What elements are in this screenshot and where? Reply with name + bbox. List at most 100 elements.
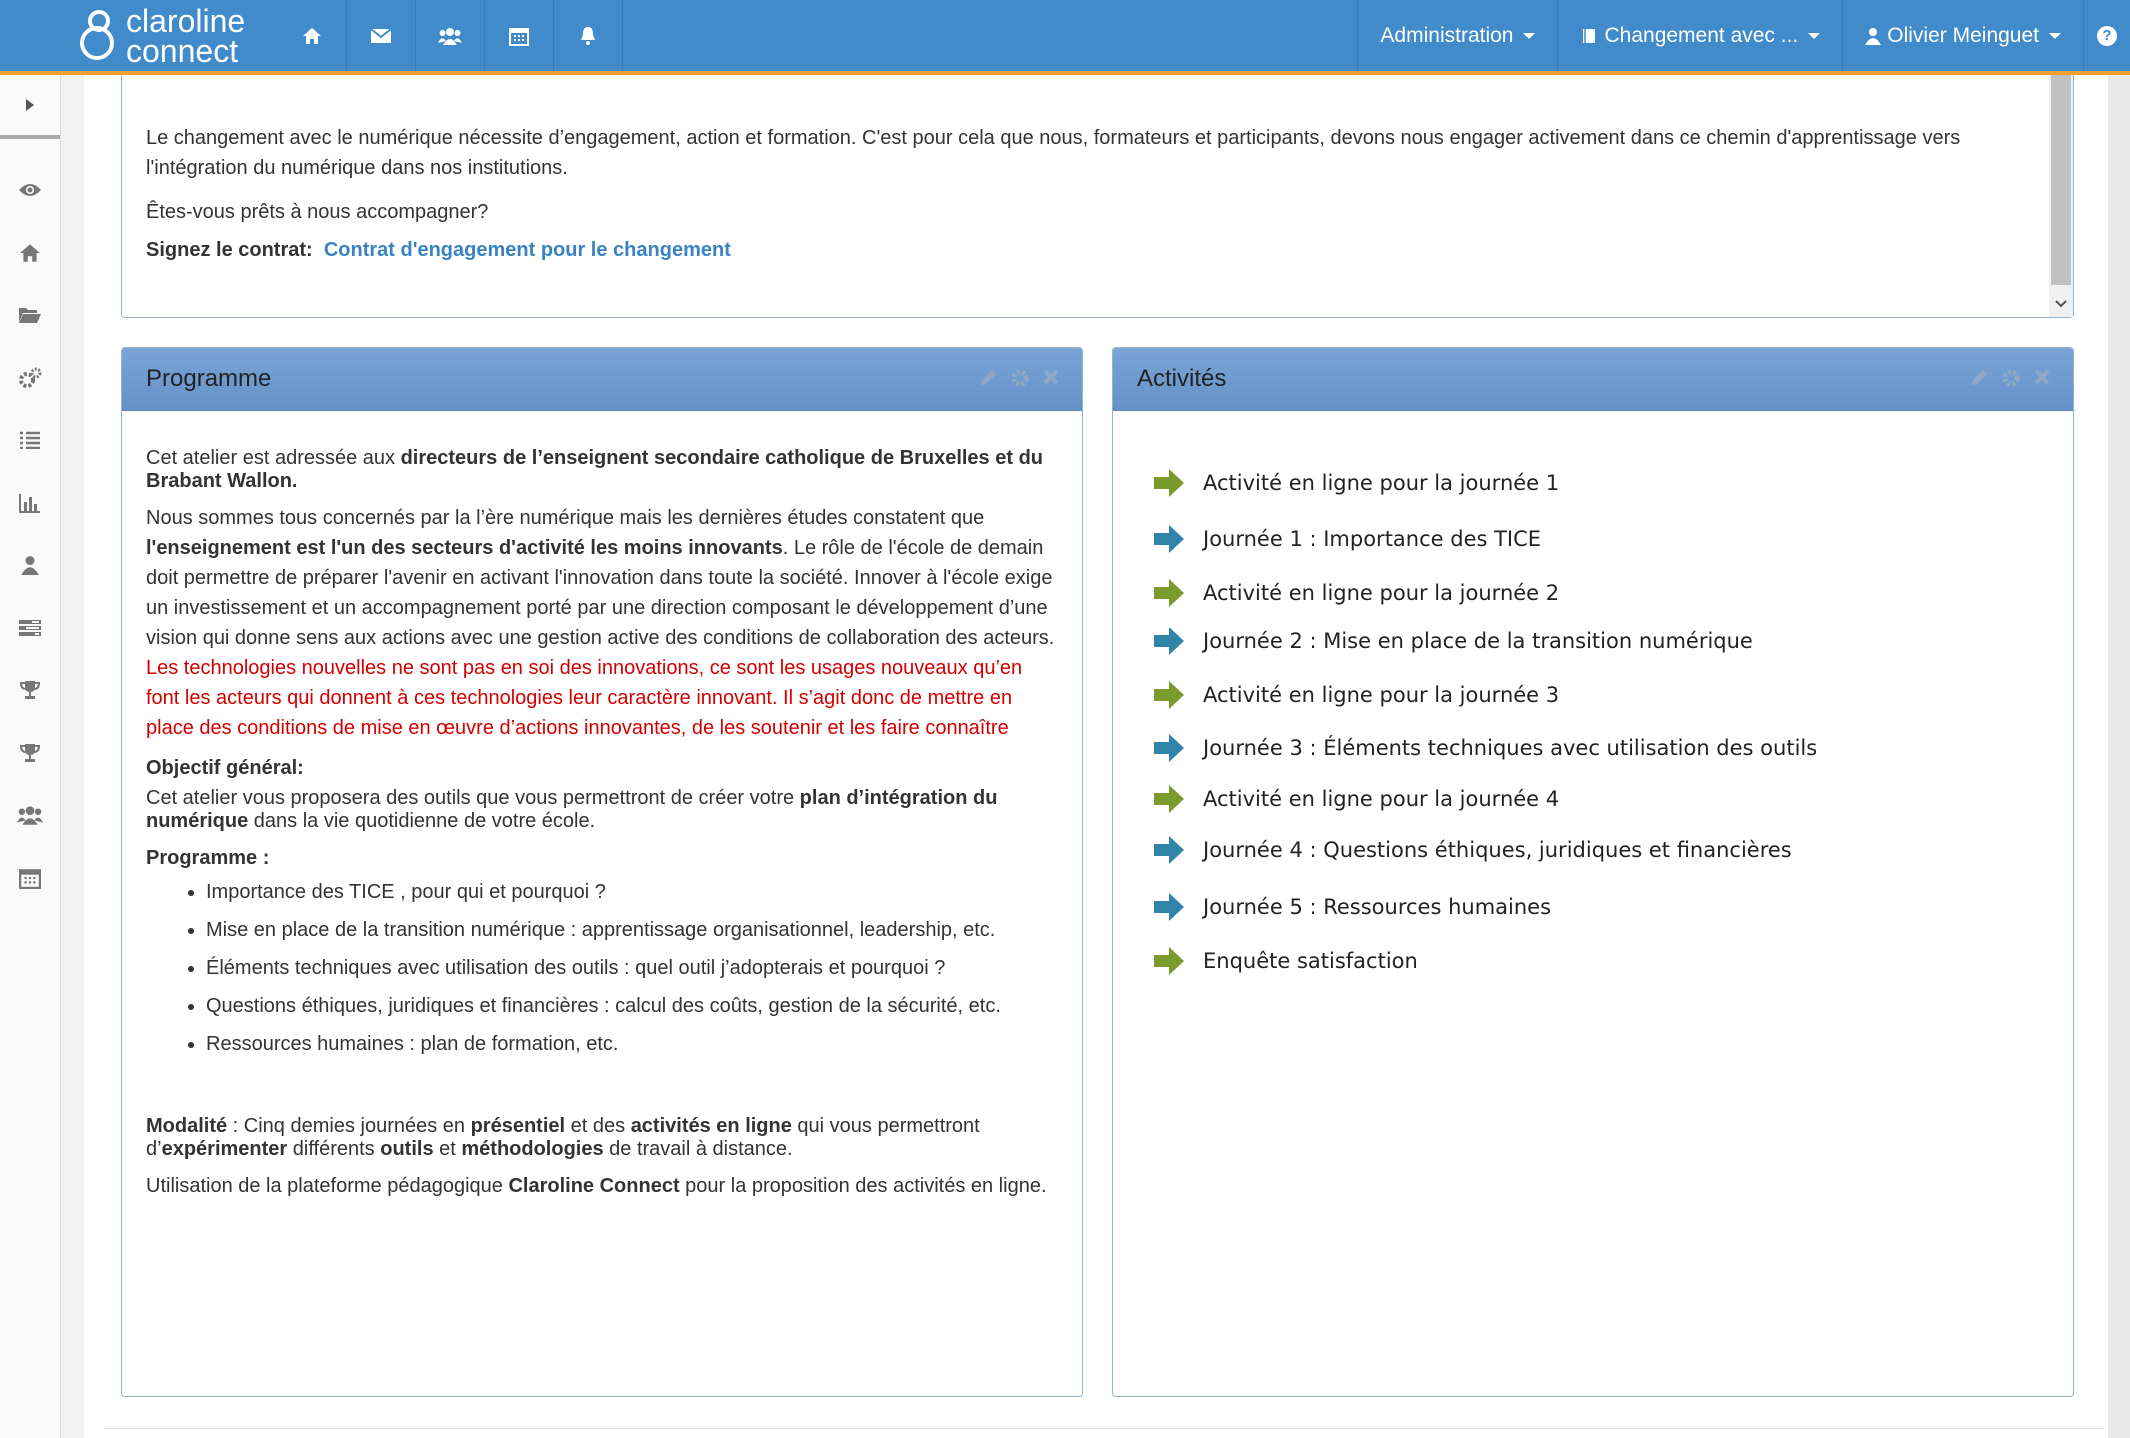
activites-widget: Activités Activité en ligne pour la jour… xyxy=(1112,347,2074,1397)
contract-link[interactable]: Contrat d'engagement pour le changement xyxy=(324,239,731,261)
pencil-icon[interactable] xyxy=(1969,368,1989,388)
intro-scroll-thumb[interactable] xyxy=(2051,75,2071,285)
programme-header: Programme xyxy=(122,348,1082,411)
intro-panel: Le changement avec le numérique nécessit… xyxy=(121,75,2074,318)
eye-icon[interactable] xyxy=(0,159,60,222)
left-sidebar xyxy=(0,75,61,1438)
modalite-text: Modalité : Cinq demies journées en prése… xyxy=(146,1115,980,1160)
activity-label: Journée 5 : Ressources humaines xyxy=(1203,895,1552,919)
utilisation-text: Utilisation de la plateforme pédagogique… xyxy=(146,1175,1047,1197)
close-icon[interactable] xyxy=(1042,368,1060,386)
list-item: Éléments techniques avec utilisation des… xyxy=(206,949,1058,987)
programme-title: Programme xyxy=(146,365,272,392)
trophy-icon[interactable] xyxy=(0,722,60,785)
book-icon xyxy=(1583,28,1596,43)
intro-paragraph: Le changement avec le numérique nécessit… xyxy=(146,127,1961,179)
list-item: Questions éthiques, juridiques et financ… xyxy=(206,987,1058,1025)
user-menu[interactable]: Olivier Meinguet xyxy=(1842,0,2083,71)
programme-body: Cet atelier est adressée aux directeurs … xyxy=(122,411,1082,1198)
users-icon[interactable] xyxy=(416,0,485,71)
scroll-down-arrow-icon[interactable] xyxy=(2051,293,2071,315)
calendar-icon[interactable] xyxy=(485,0,554,71)
chevron-down-icon xyxy=(1808,32,1821,39)
footer-divider xyxy=(104,1428,2104,1429)
calendar-icon[interactable] xyxy=(0,847,60,910)
objectif-text: Cet atelier vous proposera des outils qu… xyxy=(146,787,998,832)
home-icon[interactable] xyxy=(0,222,60,285)
user-icon xyxy=(1865,27,1882,45)
administration-menu[interactable]: Administration xyxy=(1357,0,1557,71)
activity-item[interactable]: Enquête satisfaction xyxy=(1153,946,1418,976)
bell-icon[interactable] xyxy=(554,0,623,71)
sign-label: Signez le contrat: xyxy=(146,239,313,261)
programme-paragraph: Nous sommes tous concernés par la l’ère … xyxy=(146,507,1055,739)
arrow-right-icon xyxy=(1154,785,1184,813)
arrow-right-icon xyxy=(1154,525,1184,553)
activity-item[interactable]: Journée 2 : Mise en place de la transiti… xyxy=(1153,626,1753,656)
activity-item[interactable]: Activité en ligne pour la journée 3 xyxy=(1153,680,1559,710)
sidebar-toggle-button[interactable] xyxy=(0,75,60,139)
activity-item[interactable]: Activité en ligne pour la journée 4 xyxy=(1153,784,1559,814)
trophy-icon[interactable] xyxy=(0,659,60,722)
intro-text: Le changement avec le numérique nécessit… xyxy=(146,123,2006,279)
cogs-icon[interactable] xyxy=(0,347,60,410)
programme-label: Programme : xyxy=(146,847,270,869)
programme-intro: Cet atelier est adressée aux directeurs … xyxy=(146,447,1044,492)
activity-item[interactable]: Activité en ligne pour la journée 2 xyxy=(1153,578,1559,608)
activites-title: Activités xyxy=(1137,365,1227,392)
activity-item[interactable]: Journée 5 : Ressources humaines xyxy=(1153,892,1551,922)
intro-question: Êtes-vous prêts à nous accompagner? xyxy=(146,201,489,223)
envelope-icon[interactable] xyxy=(347,0,416,71)
gear-icon[interactable] xyxy=(2001,368,2021,388)
activity-label: Journée 1 : Importance des TICE xyxy=(1203,527,1542,551)
chevron-down-icon xyxy=(1523,32,1536,39)
list-item: Mise en place de la transition numérique… xyxy=(206,911,1058,949)
gear-icon[interactable] xyxy=(1010,368,1030,388)
pencil-icon[interactable] xyxy=(978,368,998,388)
help-button[interactable]: ? xyxy=(2083,0,2130,71)
activity-label: Activité en ligne pour la journée 3 xyxy=(1203,683,1560,707)
top-navbar: claroline connect Administration Changem… xyxy=(0,0,2130,75)
workspace-menu[interactable]: Changement avec ... xyxy=(1557,0,1842,71)
page-scrollbar[interactable] xyxy=(2108,75,2130,1438)
list-icon[interactable] xyxy=(0,409,60,472)
list-item: Importance des TICE , pour qui et pourqu… xyxy=(206,873,1058,911)
activity-item[interactable]: Journée 4 : Questions éthiques, juridiqu… xyxy=(1153,835,1792,865)
arrow-right-icon xyxy=(1154,627,1184,655)
home-icon[interactable] xyxy=(278,0,347,71)
claroline-logo-icon xyxy=(80,8,120,64)
sign-contract-row: Signez le contrat: Contrat d'engagement … xyxy=(146,235,2006,265)
activity-item[interactable]: Journée 1 : Importance des TICE xyxy=(1153,524,1541,554)
objectif-label: Objectif général: xyxy=(146,757,304,779)
caret-right-icon xyxy=(26,99,34,111)
tasks-icon[interactable] xyxy=(0,597,60,660)
folder-open-icon[interactable] xyxy=(0,284,60,347)
activites-header: Activités xyxy=(1113,348,2073,411)
arrow-right-icon xyxy=(1154,947,1184,975)
bar-chart-icon[interactable] xyxy=(0,472,60,535)
activity-item[interactable]: Activité en ligne pour la journée 1 xyxy=(1153,468,1559,498)
activity-item[interactable]: Journée 3 : Éléments techniques avec uti… xyxy=(1153,733,1817,763)
arrow-right-icon xyxy=(1154,734,1184,762)
administration-label: Administration xyxy=(1380,23,1514,47)
programme-widget: Programme Cet atelier est adressée aux d… xyxy=(121,347,1083,1397)
activity-label: Enquête satisfaction xyxy=(1203,949,1418,973)
activity-label: Activité en ligne pour la journée 4 xyxy=(1203,787,1560,811)
close-icon[interactable] xyxy=(2033,368,2051,386)
question-circle-icon: ? xyxy=(2097,25,2117,46)
claroline-logo[interactable]: claroline connect xyxy=(80,3,246,69)
list-item: Ressources humaines : plan de formation,… xyxy=(206,1025,1058,1063)
user-name: Olivier Meinguet xyxy=(1887,23,2039,47)
arrow-right-icon xyxy=(1154,469,1184,497)
activity-label: Journée 3 : Éléments techniques avec uti… xyxy=(1203,736,1818,760)
arrow-right-icon xyxy=(1154,681,1184,709)
highlight-text: Les technologies nouvelles ne sont pas e… xyxy=(146,657,1023,739)
arrow-right-icon xyxy=(1154,836,1184,864)
intro-scrollbar[interactable] xyxy=(2049,75,2073,317)
workspace-label: Changement avec ... xyxy=(1604,23,1799,47)
arrow-right-icon xyxy=(1154,893,1184,921)
logo-text: claroline connect xyxy=(126,3,246,69)
users-icon[interactable] xyxy=(0,784,60,847)
user-icon[interactable] xyxy=(0,534,60,597)
activity-label: Journée 4 : Questions éthiques, juridiqu… xyxy=(1203,838,1792,862)
